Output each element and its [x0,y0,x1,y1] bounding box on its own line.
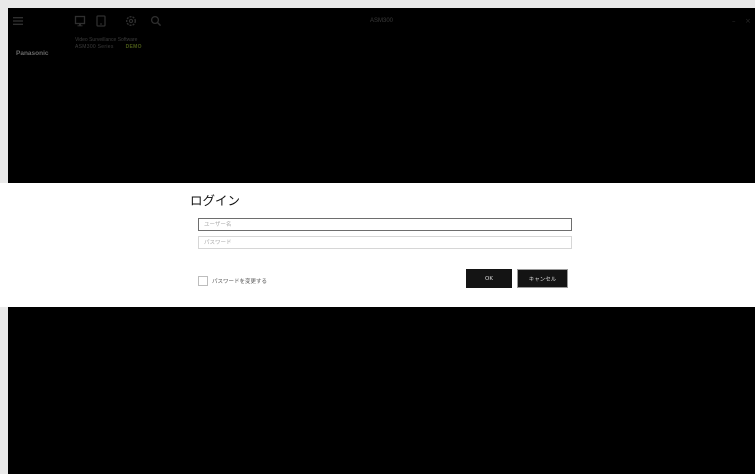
login-dialog: ログイン パスワードを変更する OK キャンセル [0,183,755,307]
brand-logo: Panasonic [16,50,49,57]
change-password-label: パスワードを変更する [212,279,268,285]
edition-badge: DEMO [125,44,142,50]
title-bar: ASM300 – × [8,8,755,38]
username-field[interactable] [198,218,572,231]
product-line-1: Video Surveillance Software [75,37,138,43]
minimize-button[interactable]: – [732,17,736,25]
password-field[interactable] [198,236,572,249]
dialog-title: ログイン [190,193,241,208]
ok-button[interactable]: OK [466,269,512,288]
change-password-checkbox[interactable] [198,276,208,286]
cancel-button[interactable]: キャンセル [517,269,568,288]
close-button[interactable]: × [745,17,751,25]
app-title: ASM300 [369,18,393,24]
product-series: ASM300 Series [75,44,114,50]
product-name: Video Surveillance Software ASM300 Serie… [75,37,142,51]
product-line-2: ASM300 Series DEMO [75,44,142,51]
